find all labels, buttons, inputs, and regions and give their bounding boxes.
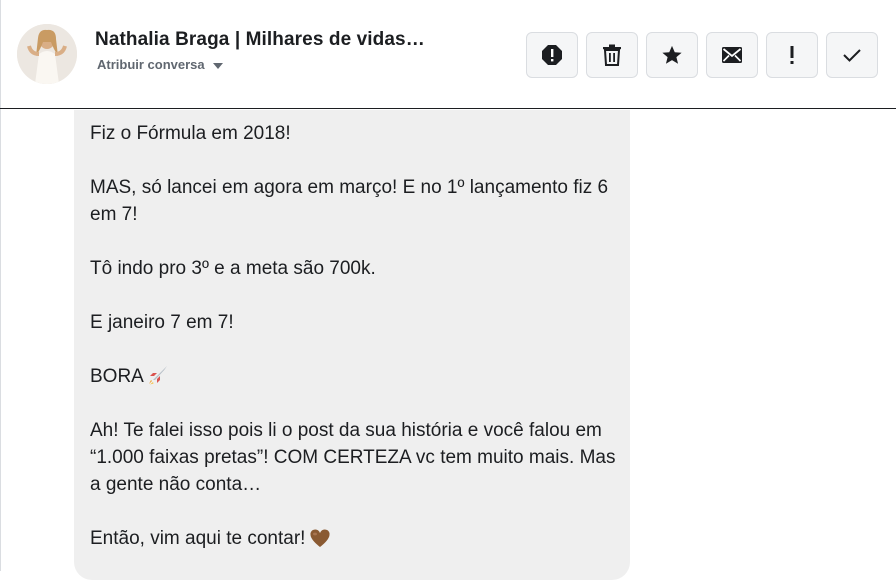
mark-unread-button[interactable] [706, 32, 758, 78]
message-paragraph: Tô indo pro 3º e a meta são 700k. [90, 258, 376, 279]
exclamation-icon [790, 46, 794, 64]
message-paragraph: E janeiro 7 em 7! [90, 312, 234, 333]
assign-conversation-dropdown[interactable]: Atribuir conversa [97, 57, 223, 72]
report-button[interactable] [526, 32, 578, 78]
message-paragraph-bora: BORA [90, 363, 616, 390]
assign-label: Atribuir conversa [97, 57, 205, 72]
check-icon [843, 49, 861, 62]
action-toolbar [526, 32, 878, 78]
message-body: Fiz o Fórmula em 2018! MAS, só lancei em… [90, 120, 616, 552]
delete-button[interactable] [586, 32, 638, 78]
message-paragraph: Ah! Te falei isso pois li o post da sua … [90, 420, 616, 495]
contact-name: Nathalia Braga | Milhares de vidas… [95, 29, 425, 50]
star-button[interactable] [646, 32, 698, 78]
envelope-icon [722, 47, 742, 63]
priority-button[interactable] [766, 32, 818, 78]
message-bubble: Fiz o Fórmula em 2018! MAS, só lancei em… [74, 110, 630, 580]
caret-down-icon [212, 63, 223, 69]
message-text: BORA [90, 366, 144, 387]
message-paragraph-final: Então, vim aqui te contar! [90, 525, 616, 552]
rocket-emoji-icon [148, 366, 167, 385]
brown-heart-emoji-icon [310, 529, 330, 547]
trash-icon [603, 44, 621, 66]
message-text: Então, vim aqui te contar! [90, 528, 306, 549]
avatar[interactable] [17, 24, 77, 84]
message-paragraph: MAS, só lancei em agora em março! E no 1… [90, 177, 609, 225]
done-button[interactable] [826, 32, 878, 78]
message-paragraph: Fiz o Fórmula em 2018! [90, 123, 291, 144]
conversation-header: Nathalia Braga | Milhares de vidas… Atri… [0, 0, 896, 109]
profile-photo-icon [17, 24, 77, 84]
alert-circle-icon [542, 45, 562, 65]
star-icon [662, 45, 682, 64]
